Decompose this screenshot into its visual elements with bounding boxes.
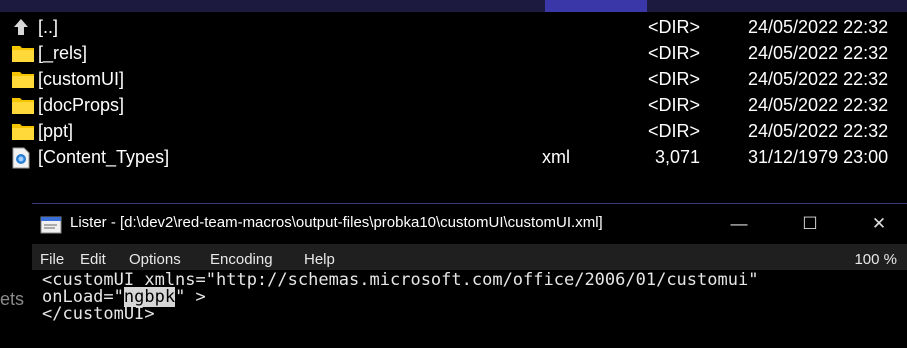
file-size: <DIR> <box>647 43 700 63</box>
file-row[interactable]: [Content_Types] xml 3,071 31/12/1979 23:… <box>0 144 907 170</box>
file-size: 3,071 <box>654 147 700 167</box>
background-text: ets <box>0 289 25 309</box>
lister-app-icon <box>40 216 62 234</box>
file-row[interactable]: [..] <DIR> 24/05/2022 22:32 <box>0 14 907 40</box>
content-text: " > <box>175 287 206 307</box>
lister-titlebar[interactable]: Lister - [d:\dev2\red-team-macros\output… <box>32 204 907 244</box>
file-row[interactable]: [_rels] <DIR> 24/05/2022 22:32 <box>0 40 907 66</box>
close-button[interactable]: ✕ <box>854 204 904 244</box>
lister-content[interactable]: <customUI xmlns="http://schemas.microsof… <box>32 270 907 348</box>
file-name: [..] <box>38 17 59 37</box>
file-row[interactable]: [docProps] <DIR> 24/05/2022 22:32 <box>0 92 907 118</box>
file-size: <DIR> <box>647 121 700 141</box>
xml-file-icon <box>11 147 35 169</box>
file-row[interactable]: [ppt] <DIR> 24/05/2022 22:32 <box>0 118 907 144</box>
file-size: <DIR> <box>647 69 700 89</box>
file-name: [Content_Types] <box>38 147 170 167</box>
minimize-button[interactable]: — <box>714 204 764 244</box>
file-size: <DIR> <box>647 17 700 37</box>
lister-window: Lister - [d:\dev2\red-team-macros\output… <box>32 203 907 348</box>
folder-icon <box>11 95 35 115</box>
file-name: [ppt] <box>38 121 74 141</box>
up-arrow-icon <box>11 17 35 37</box>
file-date: 24/05/2022 22:32 <box>748 17 889 37</box>
content-line-3: </customUI> <box>42 304 155 324</box>
file-date: 24/05/2022 22:32 <box>748 43 889 63</box>
file-size: <DIR> <box>647 95 700 115</box>
file-name: [customUI] <box>38 69 125 89</box>
panel-header-strip <box>0 0 907 12</box>
file-date: 24/05/2022 22:32 <box>748 95 889 115</box>
maximize-button[interactable]: ☐ <box>785 204 835 244</box>
folder-icon <box>11 69 35 89</box>
folder-icon <box>11 121 35 141</box>
lister-title: Lister - [d:\dev2\red-team-macros\output… <box>70 214 603 231</box>
file-date: 24/05/2022 22:32 <box>748 69 889 89</box>
file-date: 31/12/1979 23:00 <box>748 147 889 167</box>
folder-icon <box>11 43 35 63</box>
file-name: [docProps] <box>38 95 125 115</box>
file-row[interactable]: [customUI] <DIR> 24/05/2022 22:32 <box>0 66 907 92</box>
file-ext: xml <box>542 147 570 167</box>
lister-menubar: File Edit Options Encoding Help 100 % <box>32 244 907 270</box>
file-name: [_rels] <box>38 43 88 63</box>
panel-selection-strip <box>545 0 647 12</box>
file-date: 24/05/2022 22:32 <box>748 121 889 141</box>
